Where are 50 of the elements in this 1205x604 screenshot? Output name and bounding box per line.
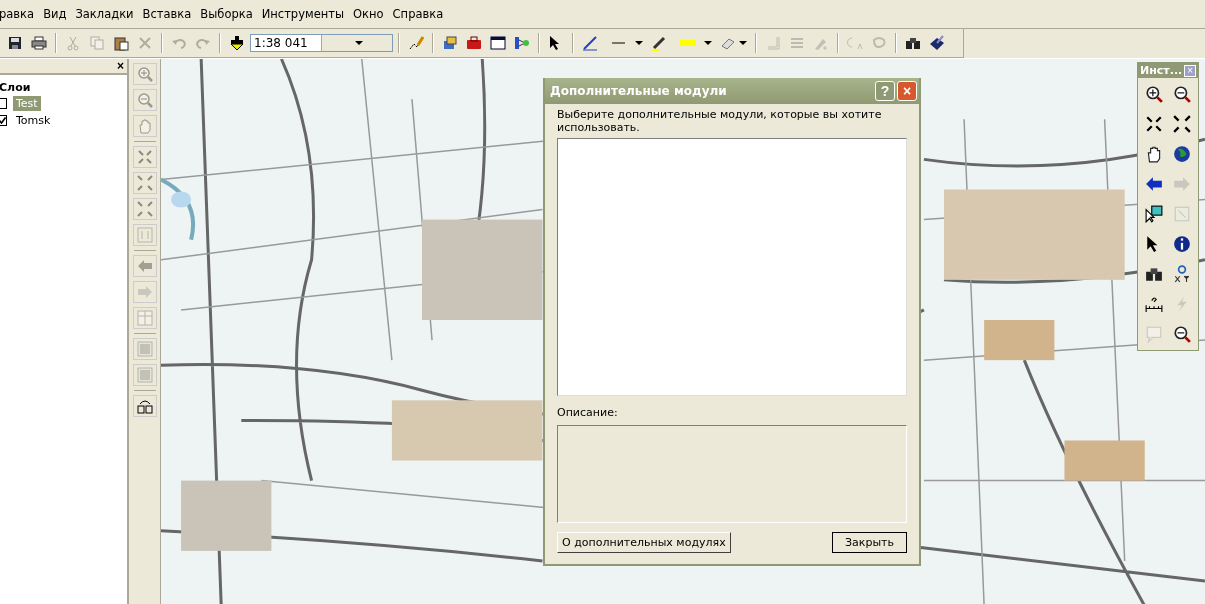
toolbar-title: Инст... xyxy=(1140,64,1183,77)
description-label: Описание: xyxy=(557,406,618,419)
close-button[interactable]: × xyxy=(897,81,917,101)
info-icon[interactable] xyxy=(1173,235,1191,253)
arrows-out-icon[interactable] xyxy=(1173,115,1191,133)
ruler-icon[interactable] xyxy=(1145,295,1163,313)
line-icon[interactable] xyxy=(582,35,598,51)
layer-checkbox[interactable] xyxy=(0,115,7,126)
menu-item[interactable]: Вставка xyxy=(142,7,197,21)
dropdown-arrow-icon[interactable] xyxy=(354,41,363,45)
xy-icon[interactable] xyxy=(1173,265,1191,283)
menu-item[interactable]: Вид xyxy=(43,7,72,21)
brush-icon[interactable] xyxy=(929,35,945,51)
magnifier-icon[interactable] xyxy=(1173,325,1191,343)
back-arrow-icon[interactable] xyxy=(1145,175,1163,193)
scale-combo-box[interactable]: 1:38 041 xyxy=(250,34,393,52)
pen-icon[interactable] xyxy=(651,35,667,51)
dialog-title: Дополнительные модули xyxy=(550,84,728,98)
zoom-out-icon[interactable] xyxy=(1173,85,1191,103)
close-button[interactable]: × xyxy=(114,60,127,72)
layer-checkbox[interactable] xyxy=(0,98,7,109)
clipboard-icon[interactable] xyxy=(113,35,129,51)
menu-item[interactable]: Справка xyxy=(392,7,449,21)
menu-item[interactable]: Выборка xyxy=(200,7,258,21)
binoculars-icon[interactable] xyxy=(905,35,921,51)
hand-icon[interactable] xyxy=(1145,145,1163,163)
close-button[interactable]: Закрыть xyxy=(832,532,907,553)
caret-icon[interactable] xyxy=(704,41,712,45)
layers-title: Слои xyxy=(0,81,31,94)
about-button[interactable]: О дополнительных модулях xyxy=(557,532,731,553)
select-icon[interactable] xyxy=(1145,205,1163,223)
menu-item[interactable]: Закладки xyxy=(75,7,139,21)
window-icon[interactable] xyxy=(490,35,506,51)
plus-icon[interactable] xyxy=(229,35,245,51)
layer-name[interactable]: Tomsk xyxy=(13,113,54,128)
zoom-in-icon[interactable] xyxy=(1145,85,1163,103)
binoculars-icon[interactable] xyxy=(1145,265,1163,283)
arrows-in-icon[interactable] xyxy=(1145,115,1163,133)
menu-item[interactable]: равка xyxy=(0,7,40,21)
menu-item[interactable]: Окно xyxy=(353,7,389,21)
pencil-icon[interactable] xyxy=(408,35,424,51)
caret-icon[interactable] xyxy=(635,41,643,45)
menu-item[interactable]: Инструменты xyxy=(261,7,349,21)
instruction-text: Выберите дополнительные модули, которые вы хотите использовать. xyxy=(557,108,883,134)
folders-icon[interactable] xyxy=(442,35,458,51)
toolbox-icon[interactable] xyxy=(466,35,482,51)
caret-icon[interactable] xyxy=(739,41,747,45)
flowchart-icon[interactable] xyxy=(514,35,530,51)
globe-icon[interactable] xyxy=(1173,145,1191,163)
printer-icon[interactable] xyxy=(31,35,47,51)
